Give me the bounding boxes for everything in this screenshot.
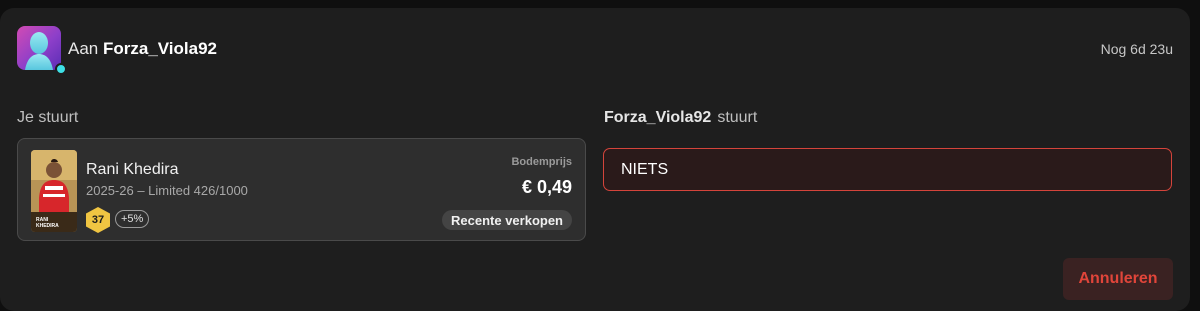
player-portrait-icon: RANI KHEDIRA [31,150,77,232]
offer-panel: Aan Forza_Viola92 Nog 6d 23u Je stuurt R… [0,8,1190,311]
floor-price-label: Bodemprijs [511,156,572,168]
player-card[interactable]: RANI KHEDIRA Rani Khedira 2025-26 – Limi… [17,138,586,241]
sender-username: Forza_Viola92 [604,109,712,126]
player-name: Rani Khedira [86,161,179,178]
they-send-field[interactable]: NIETS [603,148,1172,191]
cancel-button[interactable]: Annuleren [1063,258,1173,300]
they-send-label: Forza_Viola92 stuurt [604,109,757,127]
recipient-name[interactable]: Forza_Viola92 [103,39,217,58]
person-silhouette-icon [25,32,53,70]
sends-word: stuurt [717,109,758,126]
online-status-dot [55,63,67,75]
to-prefix: Aan [68,39,99,58]
rating-badge: 37 [86,207,110,233]
time-remaining: Nog 6d 23u [1100,41,1173,57]
player-card-image: RANI KHEDIRA [31,150,77,232]
avatar [17,26,61,70]
recipient-line: Aan Forza_Viola92 [68,39,217,59]
recent-sales-button[interactable]: Recente verkopen [442,210,572,230]
you-send-label: Je stuurt [17,109,79,126]
card-edition: 2025-26 – Limited 426/1000 [86,183,248,198]
recipient-avatar[interactable] [17,26,67,75]
card-art-lastname: KHEDIRA [36,223,59,229]
bonus-badge: +5% [115,210,150,228]
floor-price-value: € 0,49 [521,177,572,197]
